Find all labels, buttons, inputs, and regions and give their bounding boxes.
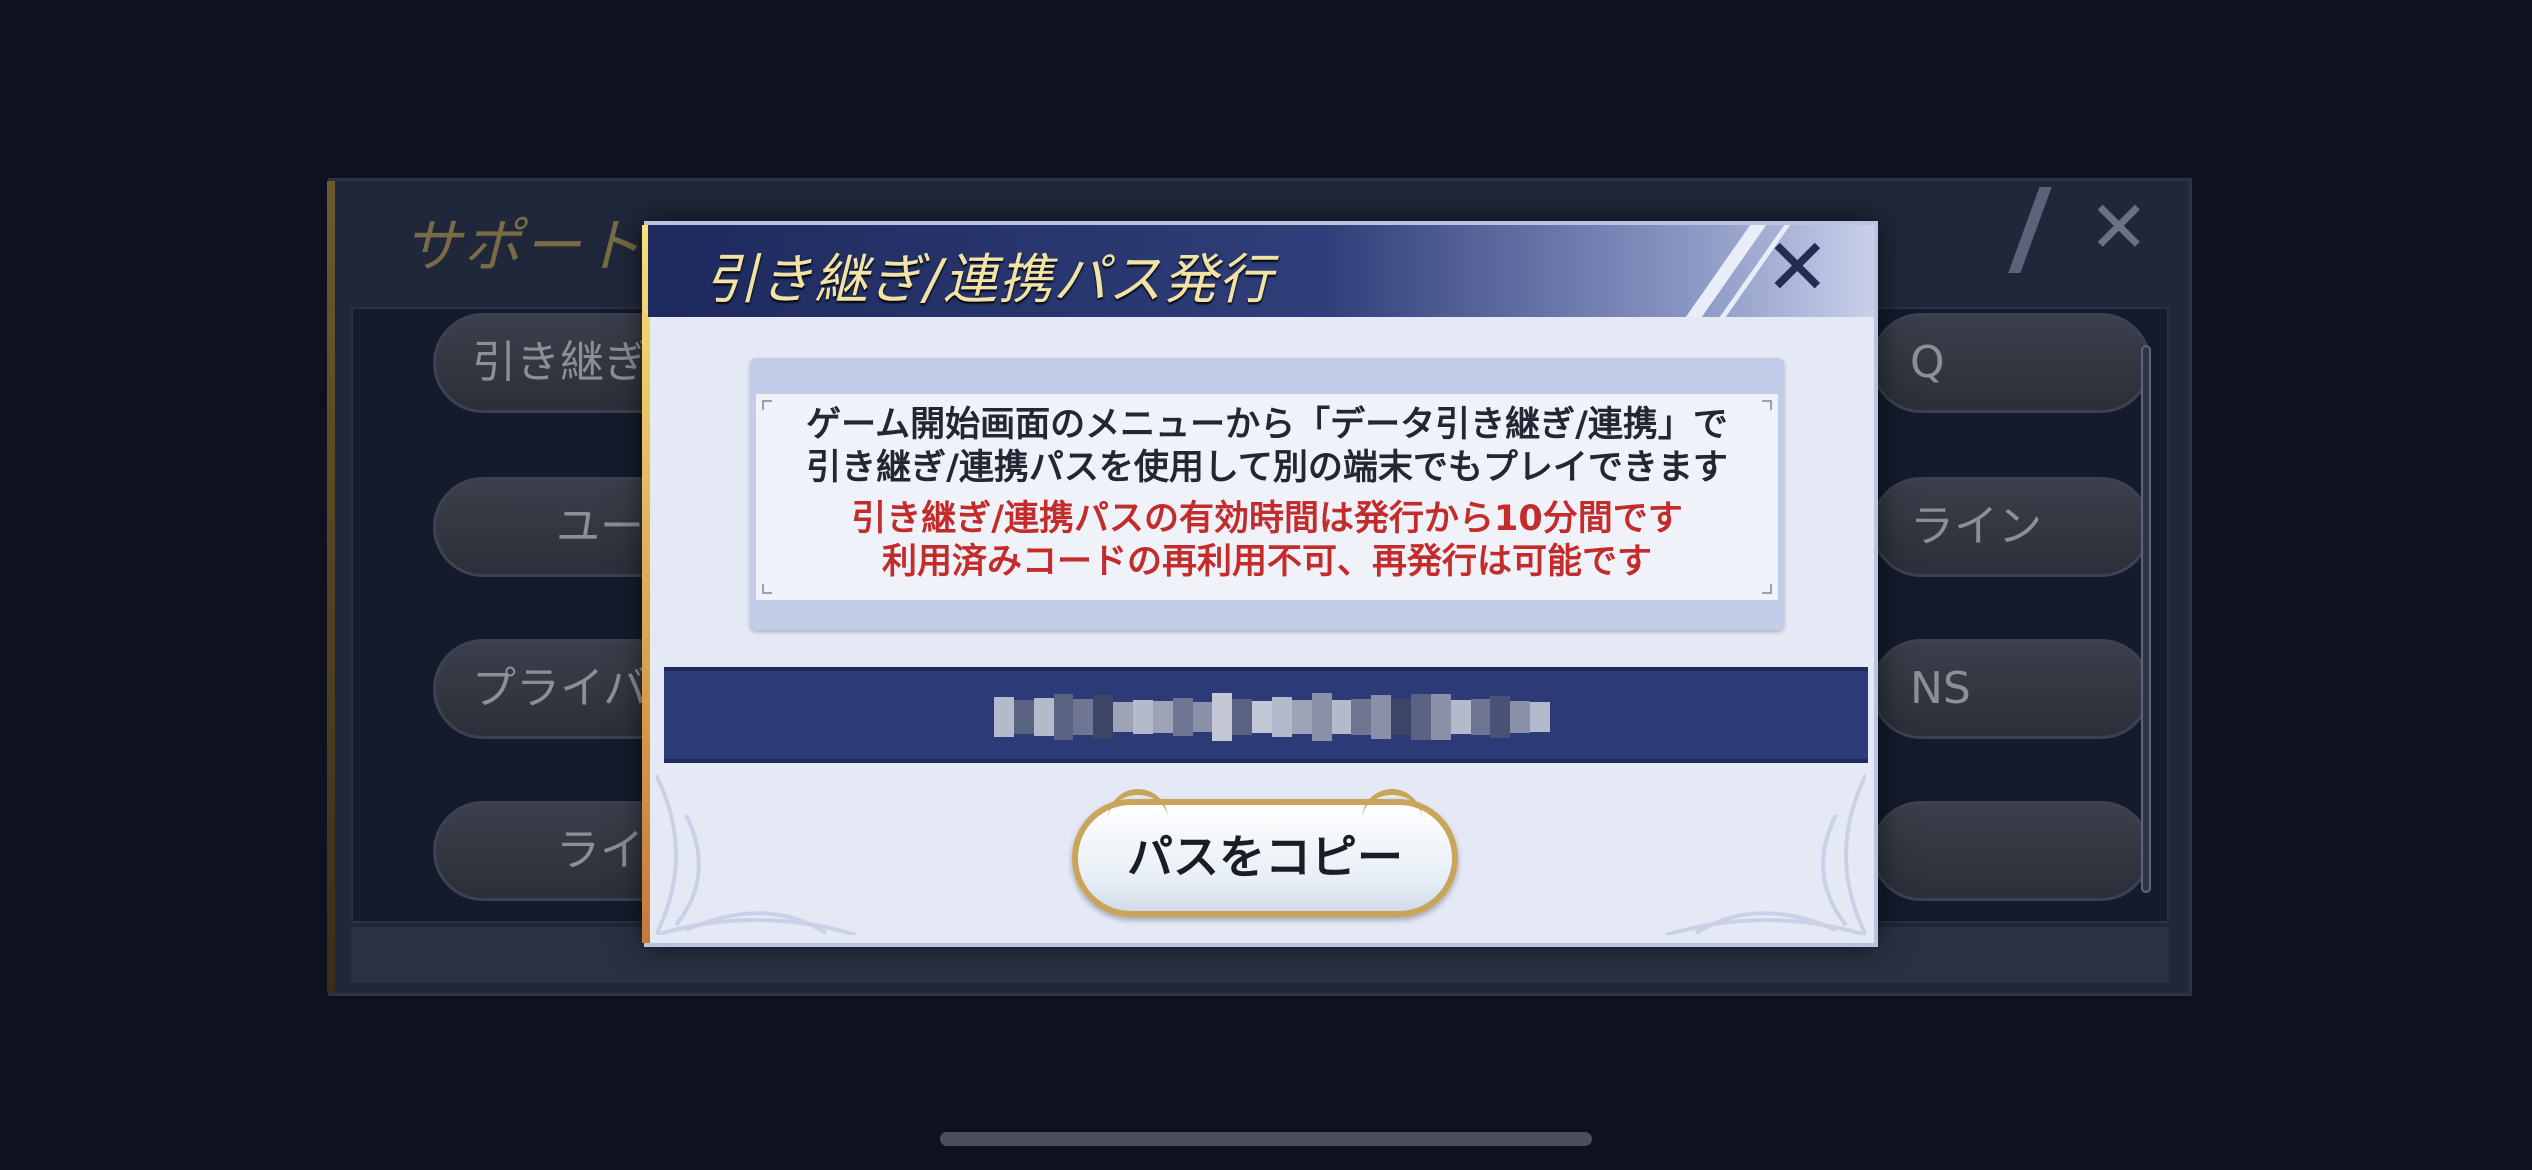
home-indicator[interactable] xyxy=(940,1132,1592,1146)
redaction-pixel xyxy=(1391,699,1412,735)
redaction-pixel xyxy=(1033,697,1054,737)
redaction-pixel xyxy=(1073,698,1094,736)
ornament-corner-icon xyxy=(656,774,857,935)
corner-mark xyxy=(1762,400,1772,410)
redaction-pixel xyxy=(1490,696,1511,738)
dialog-title: 引き継ぎ/連携パス発行 xyxy=(704,248,1274,311)
redaction-pixel xyxy=(1093,695,1114,739)
redaction-pixel xyxy=(1331,700,1352,734)
redaction-pixel xyxy=(1113,701,1134,733)
button-wing-ornament xyxy=(1108,789,1168,825)
support-close-icon[interactable]: ✕ xyxy=(2089,191,2149,263)
redaction-pixel xyxy=(1133,700,1153,734)
support-button-extra[interactable] xyxy=(1871,801,2151,901)
info-text-line: 引き継ぎ/連携パスを使用して別の端末でもプレイできます xyxy=(806,448,1728,488)
ornament-corner-icon xyxy=(1665,774,1866,935)
warning-text-line: 利用済みコードの再利用不可、再発行は可能です xyxy=(881,542,1652,582)
redaction-pixel xyxy=(1013,700,1034,734)
redaction-pixel xyxy=(1510,700,1531,734)
panel-gold-edge xyxy=(327,181,335,993)
redaction-pixel xyxy=(1411,693,1431,741)
redacted-code xyxy=(994,693,1551,741)
button-wing-ornament xyxy=(1362,789,1422,825)
copy-pass-button[interactable]: パスをコピー xyxy=(1072,789,1458,917)
redaction-pixel xyxy=(1152,701,1173,733)
header-stripe xyxy=(1999,187,2069,273)
support-button-sns[interactable]: NS xyxy=(1871,639,2151,739)
redaction-pixel xyxy=(1371,695,1392,739)
corner-mark xyxy=(762,584,772,594)
info-inner: ゲーム開始画面のメニューから「データ引き継ぎ/連携」で 引き継ぎ/連携パスを使用… xyxy=(756,394,1778,600)
redaction-pixel xyxy=(1530,701,1551,733)
redaction-pixel xyxy=(994,697,1014,737)
redaction-pixel xyxy=(1470,698,1491,736)
redaction-pixel xyxy=(1212,693,1233,741)
redaction-pixel xyxy=(1053,694,1074,740)
redaction-pixel xyxy=(1172,698,1193,736)
dialog-header: 引き継ぎ/連携パス発行 ✕ xyxy=(648,225,1874,317)
corner-mark xyxy=(1762,584,1772,594)
support-title: サポート xyxy=(403,212,644,280)
redaction-pixel xyxy=(1272,697,1292,737)
info-text-line: ゲーム開始画面のメニューから「データ引き継ぎ/連携」で xyxy=(806,405,1728,445)
redaction-pixel xyxy=(1232,698,1253,736)
redaction-pixel xyxy=(1430,694,1451,740)
transfer-code-bar xyxy=(664,667,1868,763)
warning-text-line: 引き継ぎ/連携パスの有効時間は発行から10分間です xyxy=(851,499,1683,539)
scrollbar-thumb[interactable] xyxy=(2141,345,2151,893)
support-button-faq[interactable]: Q xyxy=(1871,313,2151,413)
info-box: ゲーム開始画面のメニューから「データ引き継ぎ/連携」で 引き継ぎ/連携パスを使用… xyxy=(750,358,1784,630)
support-button-online[interactable]: ライン xyxy=(1871,477,2151,577)
support-scrollbar[interactable] xyxy=(2141,345,2151,893)
copy-pass-label: パスをコピー xyxy=(1127,830,1403,884)
redaction-pixel xyxy=(1252,700,1273,734)
corner-mark xyxy=(762,400,772,410)
redaction-pixel xyxy=(1351,699,1372,735)
dialog-gold-edge xyxy=(642,225,650,943)
redaction-pixel xyxy=(1450,700,1471,734)
transfer-pass-dialog: 引き継ぎ/連携パス発行 ✕ ゲーム開始画面のメニューから「データ引き継ぎ/連携」… xyxy=(642,221,1878,947)
redaction-pixel xyxy=(1192,702,1213,732)
redaction-pixel xyxy=(1291,699,1312,735)
redaction-pixel xyxy=(1311,693,1332,741)
close-icon[interactable]: ✕ xyxy=(1765,229,1830,307)
